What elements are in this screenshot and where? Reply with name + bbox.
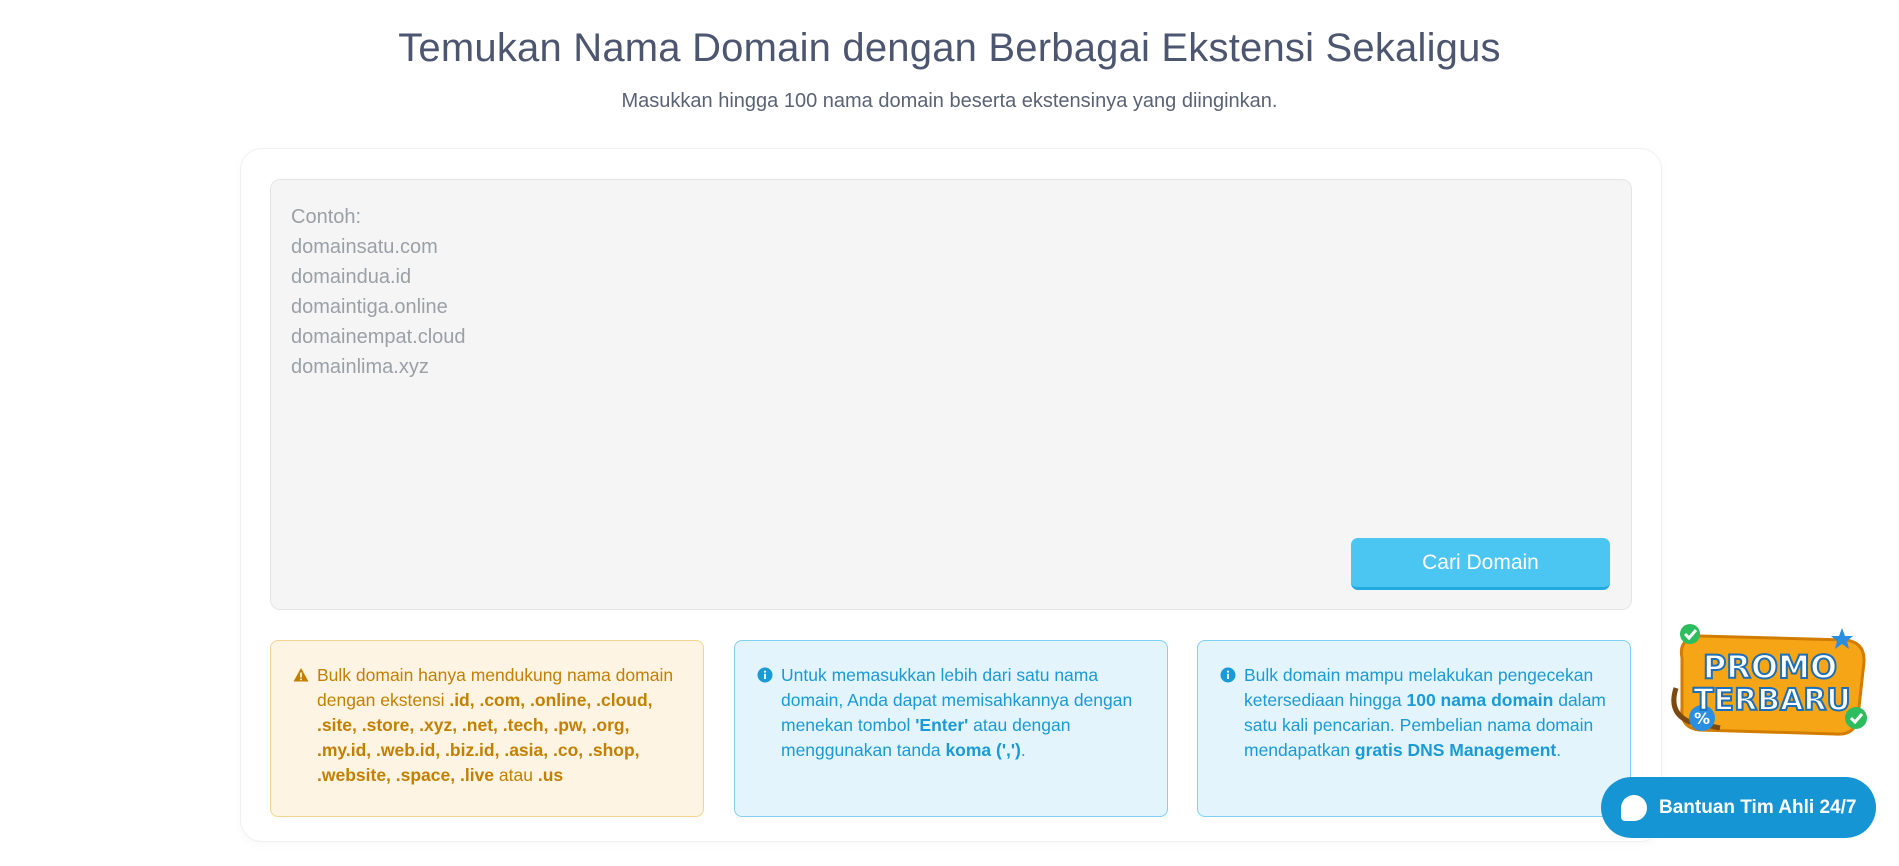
info-icon (1220, 667, 1236, 683)
capacity-tip: Bulk domain mampu melakukan pengecekan k… (1197, 640, 1631, 817)
tip-text: . (1020, 740, 1026, 760)
promo-line-2: TERBARU (1693, 683, 1851, 718)
live-help-button[interactable]: Bantuan Tim Ahli 24/7 (1601, 777, 1876, 838)
search-domain-button[interactable]: Cari Domain (1351, 538, 1610, 590)
comma-key: koma (',') (945, 740, 1021, 760)
chat-icon (1621, 794, 1647, 821)
promo-badge[interactable]: % PROMO TERBARU (1660, 618, 1874, 742)
info-icon (757, 667, 773, 683)
supported-extensions-notice: Bulk domain hanya mendukung nama domain … (270, 640, 704, 817)
page-subtitle: Masukkan hingga 100 nama domain beserta … (621, 90, 1278, 112)
tip-text: . (1556, 740, 1562, 760)
enter-key: 'Enter' (915, 715, 969, 735)
promo-line-1: PROMO (1703, 648, 1837, 686)
capacity-highlight: 100 nama domain (1406, 690, 1554, 710)
separator-tip: Untuk memasukkan lebih dari satu nama do… (734, 640, 1168, 817)
notice-connector: atau (494, 765, 538, 785)
page-title: Temukan Nama Domain dengan Berbagai Ekst… (398, 26, 1501, 70)
last-extension: .us (537, 765, 564, 785)
help-label: Bantuan Tim Ahli 24/7 (1659, 796, 1857, 818)
dns-highlight: gratis DNS Management (1354, 740, 1557, 760)
warning-icon (293, 668, 309, 682)
